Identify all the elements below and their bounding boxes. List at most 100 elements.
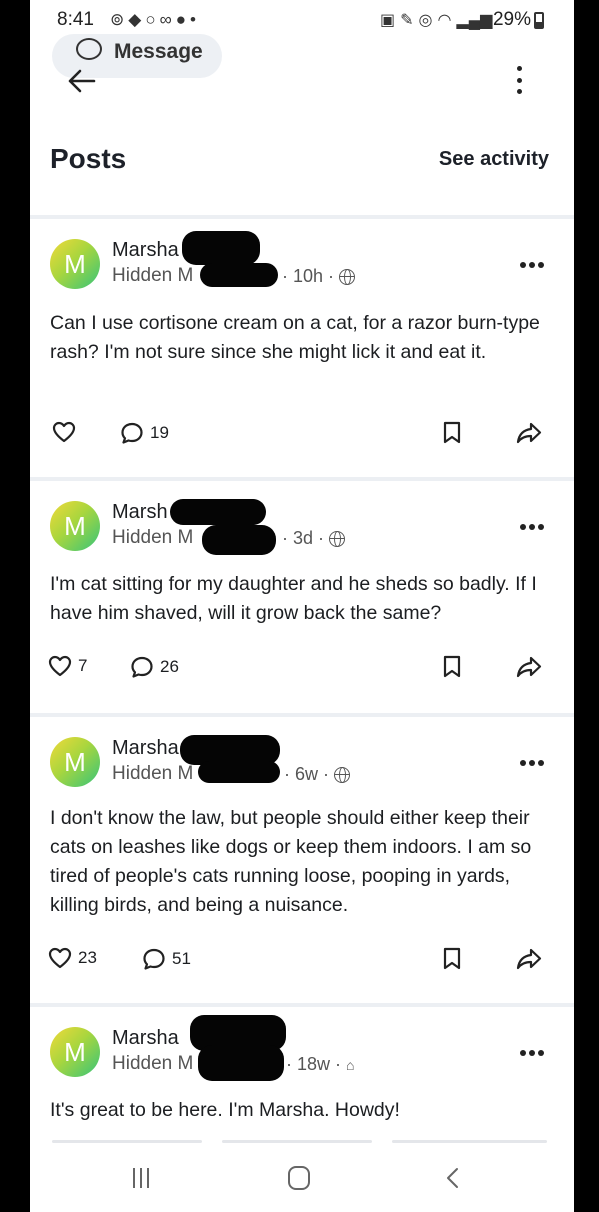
redaction-mark <box>200 263 278 287</box>
globe-icon <box>334 766 350 783</box>
comment-icon <box>143 948 165 970</box>
see-activity-link[interactable]: See activity <box>439 148 549 171</box>
heart-icon <box>52 421 76 443</box>
author-name[interactable]: Marsha <box>112 239 179 262</box>
post-card: M Marsh Hidden M · 3d · I'm cat sitting … <box>30 481 574 713</box>
globe-icon <box>339 268 356 285</box>
bookmark-icon <box>443 421 461 444</box>
more-options-icon[interactable] <box>520 1050 544 1056</box>
screen: 8:41 ⊚ ◆ ○ ∞ ● • ▣ ✎ ◎ ◠ ▂▄▆ 29% Message… <box>30 0 574 1212</box>
share-button[interactable] <box>516 421 542 445</box>
comment-count: 19 <box>150 423 169 442</box>
post-card: M Marsha Hidden M · 10h · Can I use cort… <box>30 219 574 477</box>
attachment-peek <box>222 1140 372 1143</box>
comment-count: 26 <box>160 657 179 676</box>
post-meta: · 18w · ⌂ <box>286 1054 354 1075</box>
group-name: Hidden M <box>112 527 194 548</box>
alarm-icon: ◎ <box>418 12 433 29</box>
comment-button[interactable]: 19 <box>120 421 169 445</box>
redaction-mark <box>170 499 266 525</box>
members-icon: ⌂ <box>346 1056 355 1073</box>
share-icon <box>516 948 542 970</box>
post-actions: 23 51 <box>30 947 574 977</box>
post-text: Can I use cortisone cream on a cat, for … <box>50 312 540 363</box>
messenger-icon: ◆ <box>128 10 142 29</box>
avatar[interactable]: M <box>50 239 100 289</box>
system-nav-bar <box>30 1148 574 1212</box>
redaction-mark <box>182 231 260 265</box>
post-card: M Marsha Hidden M · 6w · I don't know th… <box>30 717 574 1003</box>
comment-icon <box>121 422 143 444</box>
post-meta: · 10h · <box>282 266 356 287</box>
save-button[interactable] <box>442 655 462 679</box>
more-options-icon[interactable] <box>520 524 544 530</box>
avatar[interactable]: M <box>50 1027 100 1077</box>
post-meta: · 3d · <box>282 528 346 549</box>
circle-icon: ○ <box>145 10 156 29</box>
author-name[interactable]: Marsha <box>112 737 179 760</box>
post-actions: 7 26 <box>30 655 574 685</box>
post-meta: · 6w · <box>284 764 350 785</box>
lock-icon: ▣ <box>380 12 396 29</box>
post-text: I don't know the law, but people should … <box>50 807 532 916</box>
like-button[interactable]: 23 <box>48 947 97 969</box>
comment-button[interactable]: 26 <box>130 655 179 679</box>
battery-icon <box>534 11 544 29</box>
group-name: Hidden M <box>112 1053 194 1074</box>
overflow-menu-icon[interactable] <box>514 66 524 94</box>
post-text: I'm cat sitting for my daughter and he s… <box>50 573 537 624</box>
group-name: Hidden M <box>112 763 194 784</box>
recent-apps-icon[interactable] <box>133 1168 149 1188</box>
pen-icon: ✎ <box>400 12 414 29</box>
share-button[interactable] <box>516 947 542 971</box>
post-actions: 19 <box>30 421 574 451</box>
attachment-peek <box>52 1140 202 1143</box>
home-icon[interactable] <box>288 1166 310 1190</box>
more-options-icon[interactable] <box>520 262 544 268</box>
avatar[interactable]: M <box>50 737 100 787</box>
notification-icon: ⊚ <box>110 10 125 29</box>
heart-icon <box>48 655 72 677</box>
battery-indicator: 29% <box>493 9 544 31</box>
wifi-icon: ◠ <box>437 12 452 29</box>
bookmark-icon <box>443 947 461 970</box>
status-right-icons: ▣ ✎ ◎ ◠ ▂▄▆ <box>380 10 492 30</box>
avatar[interactable]: M <box>50 501 100 551</box>
save-button[interactable] <box>442 421 462 445</box>
status-left-icons: ⊚ ◆ ○ ∞ ● • <box>110 10 196 30</box>
save-button[interactable] <box>442 947 462 971</box>
post-time: · 18w · <box>286 1054 342 1074</box>
like-count: 23 <box>78 948 97 967</box>
signal-icon: ▂▄▆ <box>456 12 493 29</box>
page-title: Posts <box>50 143 127 174</box>
globe-icon <box>329 530 346 547</box>
chat-bubble-icon <box>76 38 102 60</box>
back-arrow-icon[interactable] <box>66 66 98 96</box>
comment-button[interactable]: 51 <box>142 947 191 971</box>
message-label: Message <box>114 40 203 63</box>
share-icon <box>516 422 542 444</box>
post-time: · 10h · <box>282 266 335 286</box>
voicemail-icon: ∞ <box>159 10 172 29</box>
group-name: Hidden M <box>112 265 194 286</box>
like-button[interactable]: 7 <box>48 655 87 677</box>
dot-icon: • <box>190 10 196 29</box>
redaction-mark <box>202 525 276 555</box>
comment-icon <box>131 656 153 678</box>
share-button[interactable] <box>516 655 542 679</box>
back-icon[interactable] <box>443 1166 463 1190</box>
author-name[interactable]: Marsh <box>112 501 168 524</box>
author-name[interactable]: Marsha <box>112 1027 179 1050</box>
redaction-mark <box>198 1045 284 1081</box>
status-time: 8:41 <box>57 9 94 30</box>
post-card: M Marsha Hidden M · 18w · ⌂ It's great t… <box>30 1007 574 1147</box>
comment-count: 51 <box>172 949 191 968</box>
battery-percent: 29% <box>492 9 531 30</box>
post-time: · 6w · <box>284 764 329 784</box>
bookmark-icon <box>443 655 461 678</box>
post-text: It's great to be here. I'm Marsha. Howdy… <box>50 1099 400 1121</box>
like-count: 7 <box>78 656 88 675</box>
post-time: · 3d · <box>282 528 325 548</box>
like-button[interactable] <box>52 421 82 443</box>
more-options-icon[interactable] <box>520 760 544 766</box>
